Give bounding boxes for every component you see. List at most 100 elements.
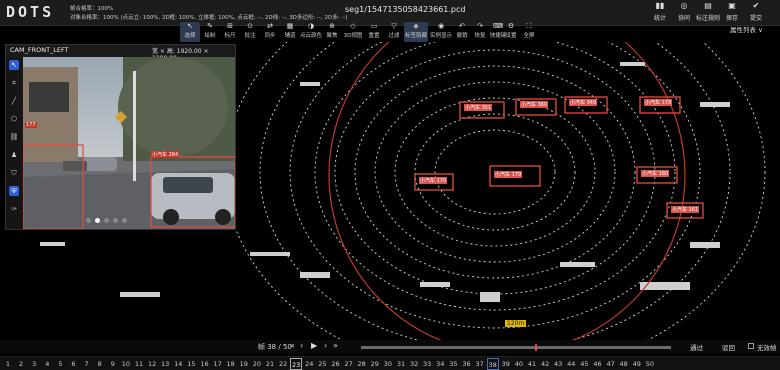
tool-assist[interactable]: ▦ 辅道 bbox=[280, 22, 300, 42]
frame-page-5[interactable]: 5 bbox=[54, 358, 66, 370]
tool-select[interactable]: ↖ 选择 bbox=[180, 22, 200, 42]
tool-pointcolor[interactable]: ◑ 点云颜色 bbox=[300, 22, 322, 42]
frame-page-30[interactable]: 30 bbox=[382, 358, 394, 370]
object-label[interactable]: 小汽车 349 bbox=[569, 99, 598, 106]
invalid-frame-checkbox[interactable] bbox=[748, 343, 754, 349]
pass-button[interactable]: 通过 bbox=[690, 342, 703, 352]
object-label[interactable]: 小汽车 178 bbox=[644, 99, 673, 106]
frame-page-20[interactable]: 20 bbox=[251, 358, 263, 370]
frame-page-22[interactable]: 22 bbox=[277, 358, 289, 370]
frame-page-23[interactable]: 23 bbox=[290, 358, 303, 370]
frame-page-11[interactable]: 11 bbox=[133, 358, 145, 370]
tool-3dview[interactable]: ◇ 3D视图 bbox=[342, 22, 364, 42]
frame-slider-handle[interactable] bbox=[535, 344, 537, 351]
tool-annotate[interactable]: ⊙ 批注 bbox=[240, 22, 260, 42]
pager-dot[interactable] bbox=[113, 218, 118, 223]
frame-page-29[interactable]: 29 bbox=[369, 358, 381, 370]
tool-settings[interactable]: ⚙ 设置 bbox=[502, 22, 520, 42]
crop-icon[interactable]: ⌗ bbox=[9, 78, 19, 88]
person-icon[interactable]: ♟ bbox=[9, 150, 19, 160]
frame-page-31[interactable]: 31 bbox=[395, 358, 407, 370]
frame-page-46[interactable]: 46 bbox=[592, 358, 604, 370]
frame-page-42[interactable]: 42 bbox=[539, 358, 551, 370]
frame-page-26[interactable]: 26 bbox=[330, 358, 342, 370]
tool-sync[interactable]: ⇄ 同步 bbox=[260, 22, 280, 42]
frame-page-49[interactable]: 49 bbox=[631, 358, 643, 370]
frame-page-33[interactable]: 33 bbox=[421, 358, 433, 370]
stats-button[interactable]: ▮▮ 统计 bbox=[648, 2, 672, 24]
frame-page-32[interactable]: 32 bbox=[408, 358, 420, 370]
rules-button[interactable]: ▤ 标注规则 bbox=[694, 2, 722, 24]
object-label[interactable]: 小汽车 180 bbox=[641, 170, 670, 177]
frame-page-40[interactable]: 40 bbox=[513, 358, 525, 370]
reject-button[interactable]: 驳回 bbox=[722, 342, 735, 352]
pager-dot[interactable] bbox=[122, 218, 127, 223]
frame-page-50[interactable]: 50 bbox=[644, 358, 656, 370]
tool-filter[interactable]: ▽ 过滤 bbox=[384, 22, 404, 42]
frame-page-48[interactable]: 48 bbox=[618, 358, 630, 370]
frame-page-19[interactable]: 19 bbox=[238, 358, 250, 370]
tool-focus[interactable]: ⊕ 聚焦 bbox=[322, 22, 342, 42]
cursor-icon[interactable]: ↖ bbox=[9, 60, 19, 70]
frame-page-4[interactable]: 4 bbox=[41, 358, 53, 370]
frame-page-37[interactable]: 37 bbox=[474, 358, 486, 370]
line-icon[interactable]: ╱ bbox=[9, 96, 19, 106]
frame-page-34[interactable]: 34 bbox=[434, 358, 446, 370]
frame-page-17[interactable]: 17 bbox=[212, 358, 224, 370]
frame-page-36[interactable]: 36 bbox=[461, 358, 473, 370]
frame-page-6[interactable]: 6 bbox=[68, 358, 80, 370]
tool-fullscreen[interactable]: ⛶ 全屏 bbox=[520, 22, 538, 42]
object-label[interactable]: 小汽车 170 bbox=[419, 177, 448, 184]
collab-button[interactable]: ◎ 协同 bbox=[672, 2, 696, 24]
last-frame-icon[interactable]: » bbox=[333, 341, 338, 350]
frame-page-41[interactable]: 41 bbox=[526, 358, 538, 370]
frame-page-3[interactable]: 3 bbox=[28, 358, 40, 370]
link-icon[interactable]: ⛓ bbox=[9, 132, 19, 142]
frame-page-44[interactable]: 44 bbox=[565, 358, 577, 370]
attribute-list-toggle[interactable]: 属性列表 ∨ bbox=[730, 24, 763, 34]
object-label[interactable]: 小汽车 351 bbox=[464, 104, 493, 111]
frame-page-1[interactable]: 1 bbox=[2, 358, 14, 370]
frame-page-12[interactable]: 12 bbox=[146, 358, 158, 370]
submit-button[interactable]: ✔ 提交 bbox=[744, 2, 768, 24]
frame-page-8[interactable]: 8 bbox=[94, 358, 106, 370]
frame-page-16[interactable]: 16 bbox=[199, 358, 211, 370]
pager-dot[interactable] bbox=[104, 218, 109, 223]
play-icon[interactable]: ▶ bbox=[311, 341, 317, 350]
save-button[interactable]: ▣ 保存 bbox=[720, 2, 744, 24]
frame-page-35[interactable]: 35 bbox=[447, 358, 459, 370]
frame-page-7[interactable]: 7 bbox=[81, 358, 93, 370]
next-frame-icon[interactable]: › bbox=[324, 341, 327, 350]
tool-undo[interactable]: ↶ 撤销 bbox=[452, 22, 472, 42]
frame-page-38[interactable]: 38 bbox=[486, 358, 499, 370]
tool-hide-label[interactable]: ◈ 标签隐藏 bbox=[404, 22, 428, 42]
frame-page-13[interactable]: 13 bbox=[159, 358, 171, 370]
tool-draw[interactable]: ✎ 绘制 bbox=[200, 22, 220, 42]
pager-dot[interactable] bbox=[86, 218, 91, 223]
object-label[interactable]: 小汽车 179 bbox=[494, 171, 523, 178]
frame-page-25[interactable]: 25 bbox=[316, 358, 328, 370]
camera-box-label[interactable]: 小汽车 284 bbox=[151, 151, 180, 158]
tool-ruler[interactable]: ⊞ 标尺 bbox=[220, 22, 240, 42]
frame-page-15[interactable]: 15 bbox=[185, 358, 197, 370]
tool-redo[interactable]: ↷ 恢复 bbox=[470, 22, 490, 42]
wrench-icon[interactable]: ✑ bbox=[9, 204, 19, 214]
frame-slider[interactable] bbox=[361, 346, 671, 349]
prev-frame-icon[interactable]: ‹ bbox=[300, 341, 303, 350]
frame-page-43[interactable]: 43 bbox=[552, 358, 564, 370]
frame-page-45[interactable]: 45 bbox=[578, 358, 590, 370]
frame-page-9[interactable]: 9 bbox=[107, 358, 119, 370]
frame-page-10[interactable]: 10 bbox=[120, 358, 132, 370]
shield-icon[interactable]: ⛉ bbox=[9, 168, 19, 178]
frame-page-39[interactable]: 39 bbox=[500, 358, 512, 370]
frame-page-2[interactable]: 2 bbox=[15, 358, 27, 370]
camera-image[interactable] bbox=[23, 57, 235, 229]
tool-reset[interactable]: ▭ 重置 bbox=[364, 22, 384, 42]
frame-page-14[interactable]: 14 bbox=[172, 358, 184, 370]
object-label[interactable]: 小汽车 360 bbox=[520, 101, 549, 108]
frame-page-47[interactable]: 47 bbox=[605, 358, 617, 370]
frame-page-21[interactable]: 21 bbox=[264, 358, 276, 370]
frame-page-24[interactable]: 24 bbox=[303, 358, 315, 370]
object-label[interactable]: 小汽车 161 bbox=[671, 206, 700, 213]
frame-page-18[interactable]: 18 bbox=[225, 358, 237, 370]
